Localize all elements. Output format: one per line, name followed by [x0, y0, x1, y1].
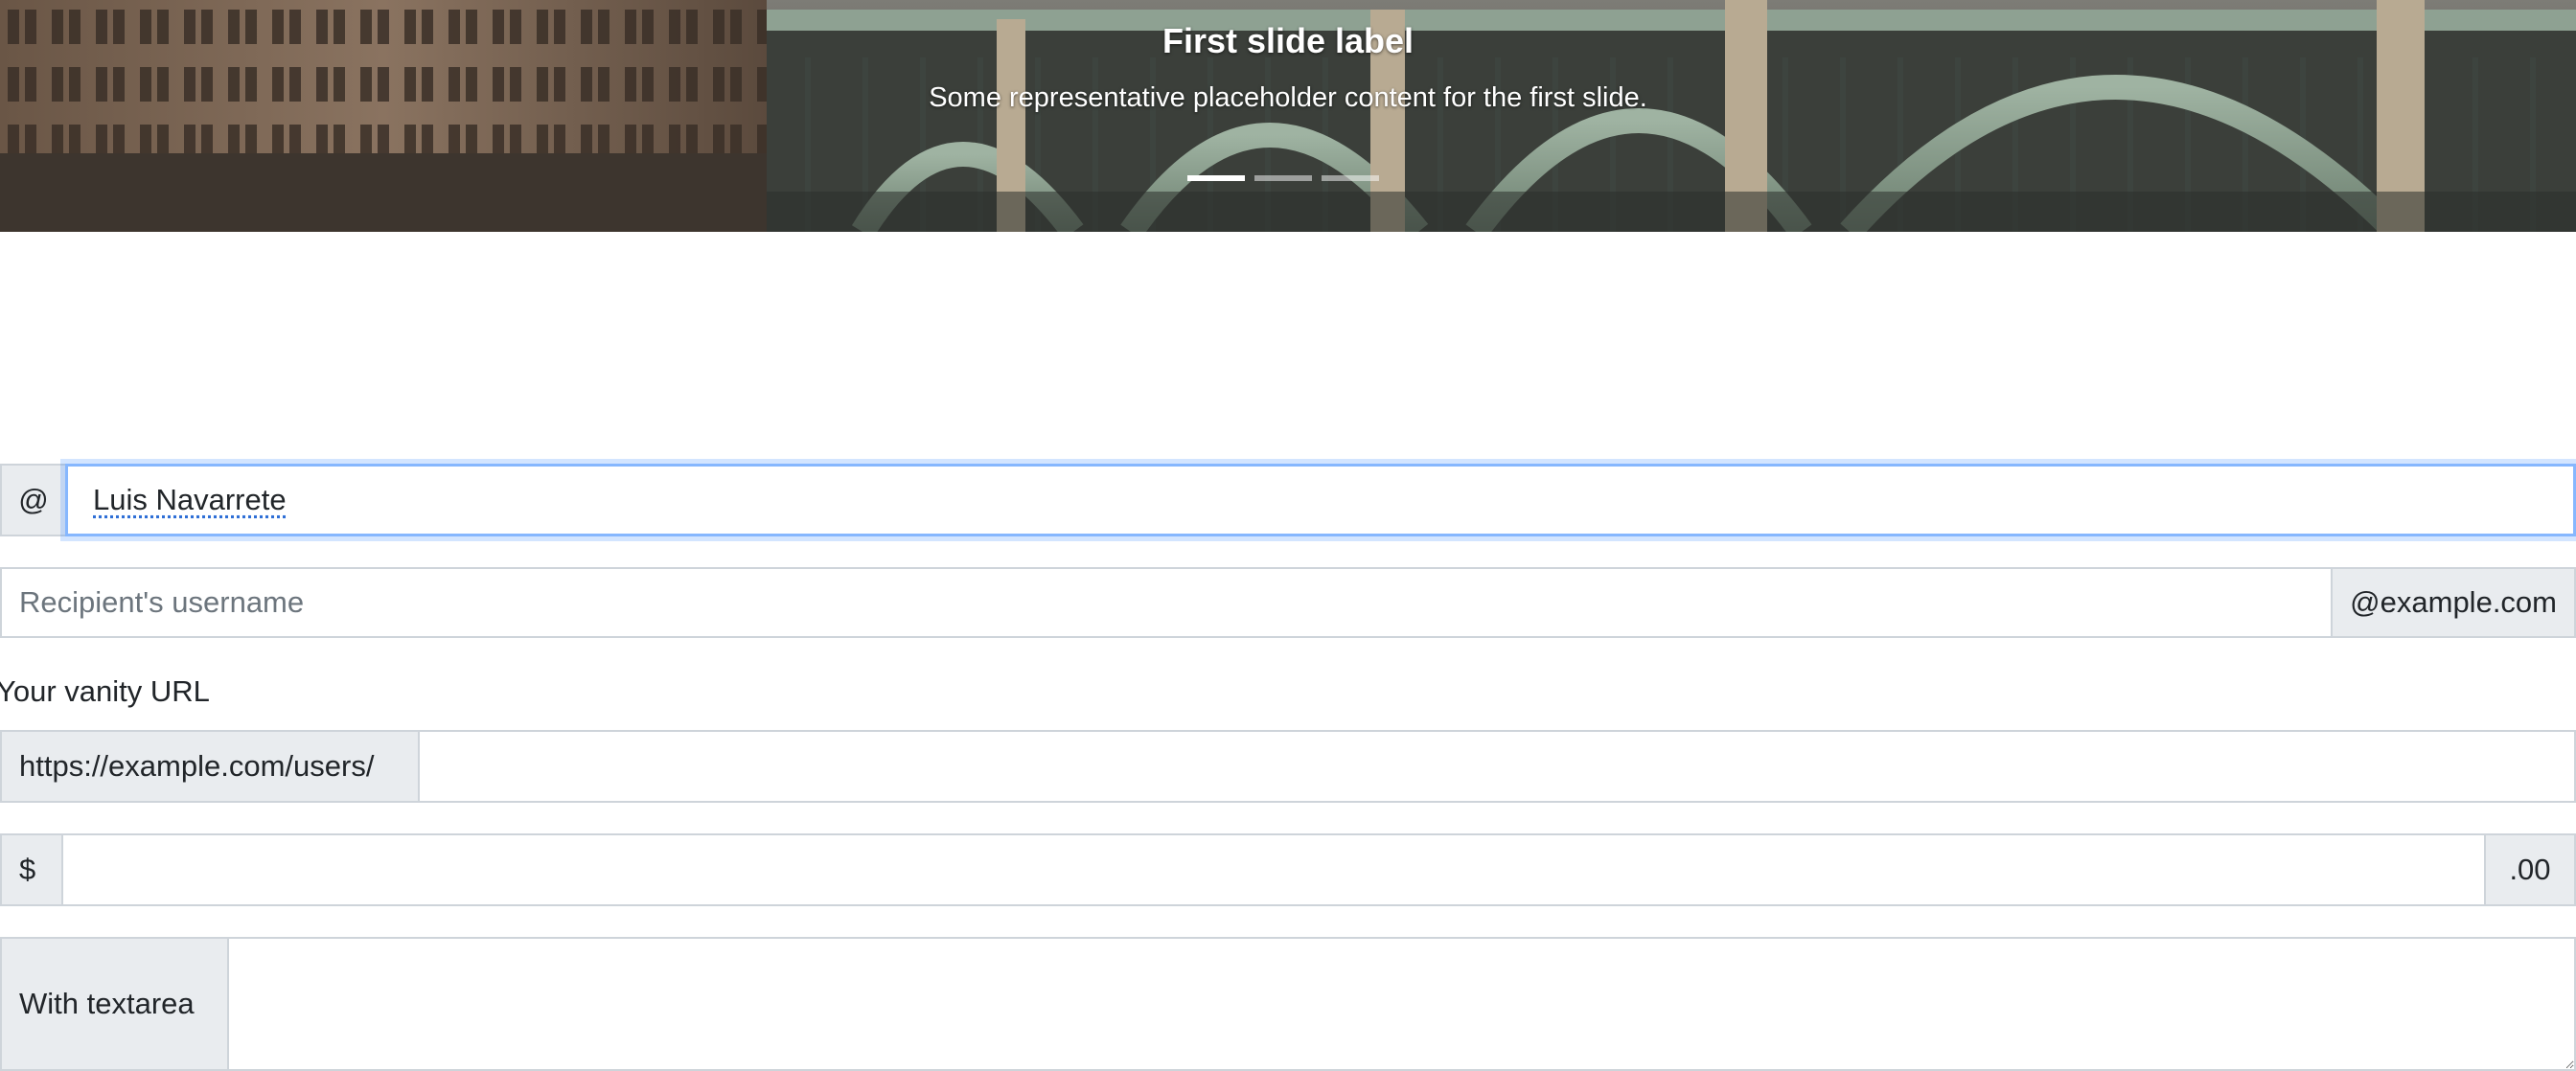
vanity-url-input-group: https://example.com/users/ [0, 730, 2576, 803]
carousel-indicator-3[interactable] [1322, 175, 1379, 181]
username-input[interactable]: Luis Navarrete [65, 464, 2576, 536]
amount-input[interactable] [61, 833, 2486, 906]
username-input-value: Luis Navarrete [93, 483, 287, 516]
vanity-url-input[interactable] [418, 730, 2576, 803]
carousel-indicator-1[interactable] [1187, 175, 1245, 181]
textarea-input-group: With textarea [0, 937, 2576, 1071]
dollar-sign-addon: $ [0, 833, 61, 906]
email-domain-addon: @example.com [2333, 567, 2576, 638]
carousel-caption-title: First slide label [1162, 21, 1414, 60]
cents-addon: .00 [2486, 833, 2576, 906]
carousel: First slide label Some representative pl… [0, 0, 2576, 232]
vanity-url-label: Your vanity URL [0, 674, 210, 708]
amount-input-group: $ .00 [0, 833, 2576, 906]
carousel-indicator-2[interactable] [1254, 175, 1312, 181]
textarea-addon: With textarea [0, 937, 227, 1071]
recipient-username-input[interactable] [0, 567, 2334, 638]
comment-textarea[interactable] [227, 937, 2576, 1071]
recipient-input-group: @example.com [0, 567, 2576, 638]
carousel-caption: First slide label Some representative pl… [0, 17, 2576, 119]
base-url-addon: https://example.com/users/ [0, 730, 418, 803]
at-sign-addon: @ [0, 464, 65, 536]
username-input-group: @ Luis Navarrete [0, 464, 2576, 536]
carousel-indicators [1187, 175, 1379, 181]
carousel-caption-text: Some representative placeholder content … [929, 82, 1647, 113]
